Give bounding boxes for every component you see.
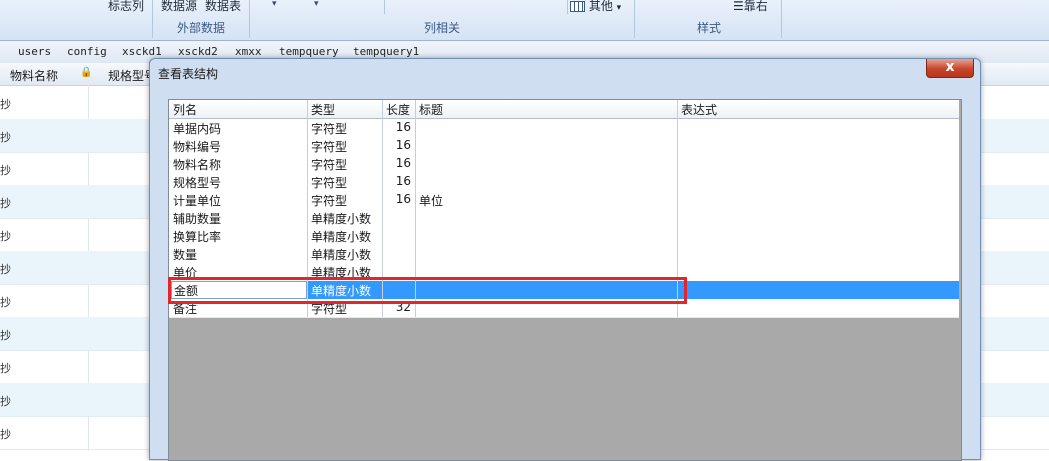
ribbon-group-partial: 标志列 [0,0,153,38]
type-cell: 字符型 [311,176,348,190]
type-cell: 单精度小数 [311,230,372,244]
row-cell: 抄 [0,197,11,210]
row-cell: 抄 [0,98,11,111]
row-cell: 抄 [0,164,11,177]
structure-table-header: 列名 类型 长度 标题 表达式 [169,100,959,119]
close-button[interactable]: x [926,59,974,78]
group-title-column-related: 列相关 [423,21,460,35]
align-right-button[interactable]: ☰靠右 [733,0,768,14]
chevron-down-icon[interactable]: ▾ [272,0,277,9]
table-row[interactable]: 计量单位 字符型 16 单位 [169,191,959,210]
title-cell: 单位 [419,194,444,208]
data-table-button[interactable]: 数据表 [205,0,241,14]
header-title[interactable]: 标题 [419,101,443,118]
row-cell: 抄 [0,230,11,243]
table-row[interactable]: 规格型号 字符型 16 [169,173,959,192]
chevron-down-icon[interactable]: ▾ [314,0,319,9]
table-row[interactable]: 辅助数量 单精度小数 [169,209,959,228]
tab-tempquery1[interactable]: tempquery1 [353,45,419,58]
length-cell: 16 [395,138,411,152]
column-header-material-name[interactable]: 物料名称 [10,67,58,84]
type-cell: 单精度小数 [311,248,372,262]
tab-xmxx[interactable]: xmxx [235,45,262,58]
row-cell: 抄 [0,395,11,408]
chevron-down-icon: ▾ [616,3,622,13]
ribbon-group-style: ☰靠右 样式 [637,0,782,38]
column-name-cell: 单据内码 [173,122,222,136]
type-cell: 字符型 [311,122,348,136]
column-name-cell: 数量 [173,248,198,262]
table-row[interactable]: 单据内码 字符型 16 [169,119,959,138]
length-cell: 16 [395,120,411,134]
type-cell: 字符型 [311,140,348,154]
length-cell: 16 [395,156,411,170]
header-column-name[interactable]: 列名 [173,101,197,118]
divider [384,0,385,14]
ribbon-group-external-data: 数据源 数据表 外部数据 [153,0,250,38]
grid-icon [570,1,585,12]
tab-xsckd2[interactable]: xsckd2 [178,45,218,58]
header-type[interactable]: 类型 [311,101,335,118]
row-cell: 抄 [0,131,11,144]
ribbon-group-column-related: ▾ ▾ 其他 ▾ 列相关 [250,0,635,38]
header-length[interactable]: 长度 [386,101,410,118]
flag-column-button[interactable]: 标志列 [108,0,144,14]
column-name-cell: 计量单位 [173,194,222,208]
tab-users[interactable]: users [18,45,51,58]
ribbon: 标志列 数据源 数据表 外部数据 ▾ ▾ 其他 ▾ 列相关 ☰靠右 样式 [0,0,1049,41]
row-cell: 抄 [0,362,11,375]
align-right-icon: ☰ [733,0,744,13]
table-row[interactable]: 物料编号 字符型 16 [169,137,959,156]
column-name-cell: 物料编号 [173,140,222,154]
column-name-cell: 辅助数量 [173,212,222,226]
table-structure-dialog: 查看表结构 x 列名 类型 长度 标题 表达式 单据内码 字符型 16 物料编号 字符型… [149,58,981,461]
close-icon: x [945,59,955,75]
lock-icon: 🔒 [80,67,93,78]
dialog-title: 查看表结构 [158,67,219,81]
data-source-button[interactable]: 数据源 [161,0,197,14]
other-button[interactable]: 其他 ▾ [570,0,621,14]
group-title-style: 样式 [696,21,721,35]
row-cell: 抄 [0,329,11,342]
table-row[interactable]: 物料名称 字符型 16 [169,155,959,174]
group-title-external-data: 外部数据 [176,21,225,35]
table-row[interactable]: 换算比率 单精度小数 [169,227,959,246]
type-cell: 字符型 [311,194,348,208]
row-cell: 抄 [0,428,11,441]
type-cell: 字符型 [311,158,348,172]
column-name-cell: 规格型号 [173,176,222,190]
tab-config[interactable]: config [67,45,107,58]
table-row[interactable]: 数量 单精度小数 [169,245,959,264]
selection-highlight-box [168,277,687,304]
row-cell: 抄 [0,263,11,276]
column-name-cell: 换算比率 [173,230,222,244]
divider [567,0,568,14]
length-cell: 16 [395,174,411,188]
type-cell: 单精度小数 [311,212,372,226]
column-name-cell: 物料名称 [173,158,222,172]
tab-xsckd1[interactable]: xsckd1 [122,45,162,58]
tab-tempquery[interactable]: tempquery [279,45,339,58]
row-cell: 抄 [0,296,11,309]
header-expression[interactable]: 表达式 [681,101,717,118]
length-cell: 16 [395,192,411,206]
